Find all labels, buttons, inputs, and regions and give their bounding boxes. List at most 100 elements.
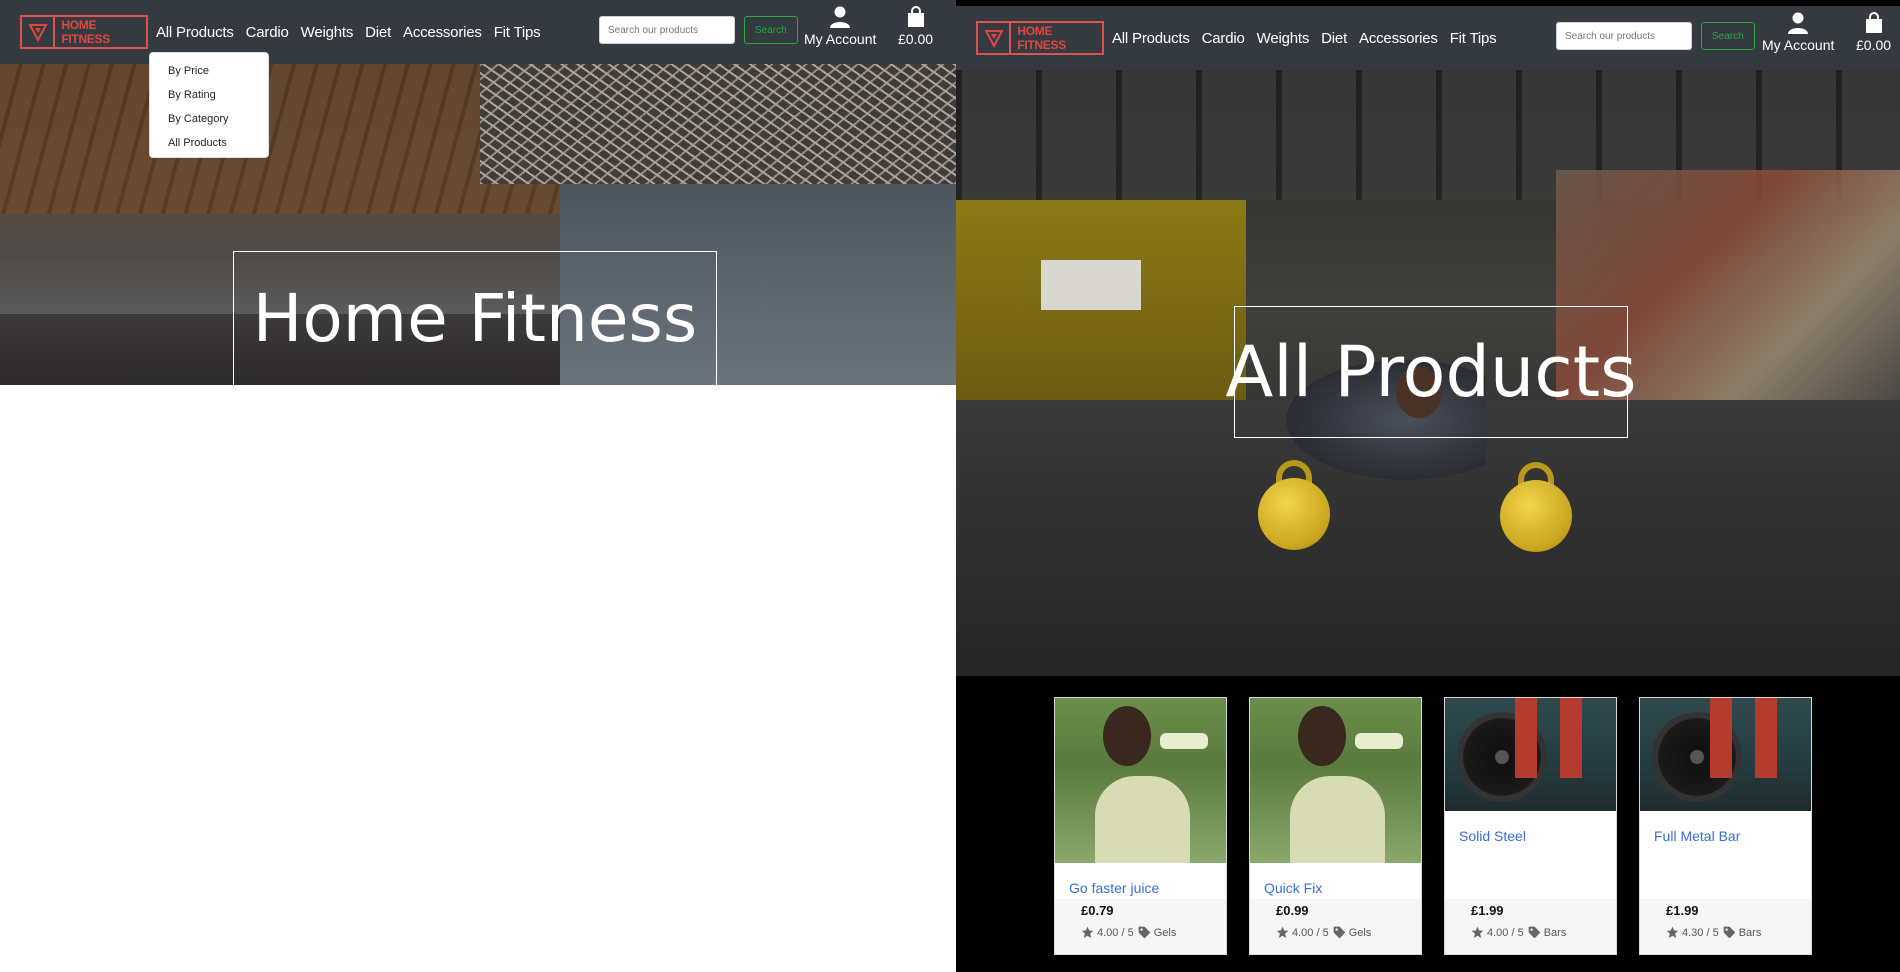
product-price: £0.99 <box>1276 903 1309 918</box>
product-category[interactable]: Gels <box>1154 927 1177 939</box>
my-account-link[interactable]: My Account <box>1762 12 1834 53</box>
card-footer: £0.79 4.00 / 5 Gels <box>1055 899 1226 954</box>
product-image[interactable] <box>1250 698 1421 863</box>
product-image[interactable] <box>1445 698 1616 811</box>
left-pane: HOME FITNESS All Products Cardio Weights… <box>0 0 956 972</box>
image-leg <box>1710 698 1732 778</box>
shopping-bag-icon <box>907 6 924 27</box>
card-footer: £0.99 4.00 / 5 Gels <box>1250 899 1421 954</box>
dropdown-by-rating[interactable]: By Rating <box>168 83 268 107</box>
product-rating: 4.00 / 5 <box>1487 926 1524 939</box>
nav-links: All Products Cardio Weights Diet Accesso… <box>1112 30 1508 47</box>
card-footer: £1.99 4.30 / 5 Bars <box>1640 899 1811 954</box>
image-bottle <box>1355 733 1403 749</box>
search-input[interactable] <box>1556 22 1692 50</box>
product-meta: 4.00 / 5 Gels <box>1276 926 1421 939</box>
nav-weights[interactable]: Weights <box>1257 30 1310 47</box>
nav-accessories[interactable]: Accessories <box>1359 30 1438 47</box>
navbar: HOME FITNESS All Products Cardio Weights… <box>0 0 956 64</box>
nav-links: All Products Cardio Weights Diet Accesso… <box>156 24 552 41</box>
product-meta: 4.00 / 5 Gels <box>1081 926 1226 939</box>
tag-icon <box>1723 926 1736 939</box>
cart-link[interactable]: £0.00 <box>1856 12 1891 53</box>
hero-title: All Products <box>1225 331 1637 413</box>
user-icon <box>830 6 851 28</box>
product-card[interactable]: Solid Steel £1.99 4.00 / 5 Bars <box>1444 697 1617 955</box>
product-card[interactable]: Full Metal Bar £1.99 4.30 / 5 Bars <box>1639 697 1812 955</box>
nav-all-products[interactable]: All Products <box>156 24 234 41</box>
product-price: £1.99 <box>1666 903 1699 918</box>
logo[interactable]: HOME FITNESS <box>20 15 148 49</box>
image-person-head <box>1298 706 1346 766</box>
tag-icon <box>1333 926 1346 939</box>
nav-cardio[interactable]: Cardio <box>1202 30 1245 47</box>
product-price: £1.99 <box>1471 903 1504 918</box>
nav-fit-tips[interactable]: Fit Tips <box>494 24 541 41</box>
image-person-torso <box>1290 776 1385 863</box>
my-account-label: My Account <box>1762 37 1835 53</box>
product-name[interactable]: Solid Steel <box>1445 828 1616 844</box>
search-button[interactable]: Search <box>744 16 798 44</box>
hero-title: Home Fitness <box>252 279 698 357</box>
logo-icon <box>978 23 1012 53</box>
dropdown-all-products[interactable]: All Products <box>168 131 268 155</box>
star-icon <box>1666 926 1679 939</box>
product-category[interactable]: Bars <box>1739 927 1762 939</box>
product-rating: 4.00 / 5 <box>1097 926 1134 939</box>
nav-weights[interactable]: Weights <box>301 24 354 41</box>
hero-mesh-ceiling <box>480 64 956 184</box>
image-person-head <box>1103 706 1151 766</box>
product-category[interactable]: Bars <box>1544 927 1567 939</box>
product-card[interactable]: Quick Fix £0.99 4.00 / 5 Gels <box>1249 697 1422 955</box>
hero-wall-window <box>1041 260 1141 310</box>
image-leg <box>1560 698 1582 778</box>
image-bottle <box>1160 733 1208 749</box>
logo-icon <box>22 17 56 47</box>
product-price: £0.79 <box>1081 903 1114 918</box>
search-input[interactable] <box>599 16 735 44</box>
dropdown-by-category[interactable]: By Category <box>168 107 268 131</box>
image-person-torso <box>1095 776 1190 863</box>
hero-title-box: Home Fitness <box>233 251 717 391</box>
tag-icon <box>1528 926 1541 939</box>
star-icon <box>1081 926 1094 939</box>
tag-icon <box>1138 926 1151 939</box>
navbar: HOME FITNESS All Products Cardio Weights… <box>956 6 1900 70</box>
shopping-bag-icon <box>1865 12 1882 33</box>
product-card[interactable]: Go faster juice £0.79 4.00 / 5 Gels <box>1054 697 1227 955</box>
search-button[interactable]: Search <box>1701 22 1755 50</box>
cart-total: £0.00 <box>898 31 934 47</box>
blank-content-area <box>0 385 956 972</box>
user-icon <box>1788 12 1809 34</box>
logo[interactable]: HOME FITNESS <box>976 21 1104 55</box>
nav-diet[interactable]: Diet <box>1321 30 1347 47</box>
nav-all-products[interactable]: All Products <box>1112 30 1190 47</box>
product-image[interactable] <box>1055 698 1226 863</box>
product-meta: 4.30 / 5 Bars <box>1666 926 1811 939</box>
star-icon <box>1276 926 1289 939</box>
product-name[interactable]: Quick Fix <box>1250 880 1421 896</box>
search-form: Search <box>599 16 798 44</box>
star-icon <box>1471 926 1484 939</box>
logo-text: HOME FITNESS <box>1017 24 1066 52</box>
product-category[interactable]: Gels <box>1349 927 1372 939</box>
nav-accessories[interactable]: Accessories <box>403 24 482 41</box>
logo-text: HOME FITNESS <box>61 18 110 46</box>
image-leg <box>1515 698 1537 778</box>
cart-total: £0.00 <box>1856 37 1892 53</box>
cart-link[interactable]: £0.00 <box>898 6 933 47</box>
product-name[interactable]: Full Metal Bar <box>1640 828 1811 844</box>
product-name[interactable]: Go faster juice <box>1055 880 1226 896</box>
hero-title-box: All Products <box>1225 306 1637 438</box>
image-leg <box>1755 698 1777 778</box>
my-account-link[interactable]: My Account <box>804 6 876 47</box>
nav-diet[interactable]: Diet <box>365 24 391 41</box>
kettlebell-left <box>1258 478 1330 550</box>
nav-fit-tips[interactable]: Fit Tips <box>1450 30 1497 47</box>
card-footer: £1.99 4.00 / 5 Bars <box>1445 899 1616 954</box>
dropdown-by-price[interactable]: By Price <box>168 59 268 83</box>
product-image[interactable] <box>1640 698 1811 811</box>
nav-cardio[interactable]: Cardio <box>246 24 289 41</box>
product-meta: 4.00 / 5 Bars <box>1471 926 1616 939</box>
search-form: Search <box>1556 22 1755 50</box>
